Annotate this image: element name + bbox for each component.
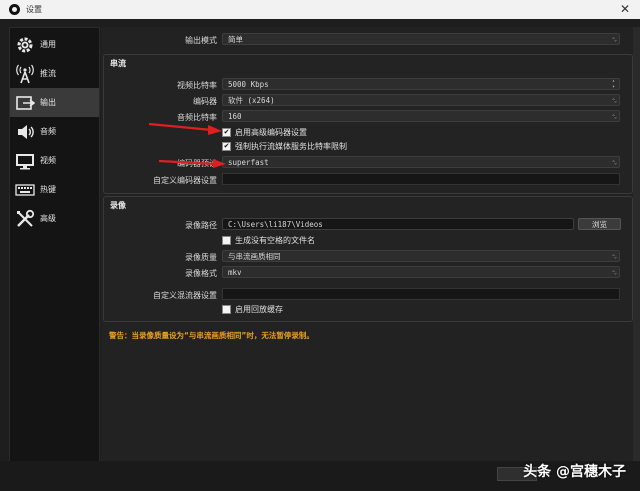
- no-space-filename-checkbox[interactable]: [222, 235, 231, 245]
- recording-quality-select[interactable]: 与串流画质相同: [222, 250, 620, 263]
- audio-bitrate-row: 音频比特率 160: [0, 110, 620, 124]
- output-mode-row: 输出模式 简单: [0, 33, 620, 47]
- pause-warning-text: 警告：当录像质量设为“与串流画质相同”时，无法暂停录制。: [109, 331, 314, 340]
- recording-quality-row: 录像质量 与串流画质相同: [0, 250, 620, 264]
- replay-buffer-checkbox-row[interactable]: 启用回放缓存: [222, 303, 283, 315]
- video-bitrate-label: 视频比特率: [177, 81, 217, 90]
- annotation-arrow-icon: [158, 159, 226, 168]
- output-mode-label: 输出模式: [185, 36, 217, 45]
- recording-path-input[interactable]: C:\Users\li187\Videos: [222, 218, 574, 230]
- custom-encoder-row: 自定义编码器设置: [0, 173, 620, 187]
- custom-encoder-input[interactable]: [222, 173, 620, 185]
- window-titlebar: 设置 ✕: [0, 0, 640, 19]
- replay-buffer-checkbox-label: 启用回放缓存: [235, 304, 283, 314]
- enforce-bitrate-checkbox[interactable]: ✔: [222, 141, 231, 151]
- streaming-group-title: 串流: [110, 59, 126, 68]
- video-bitrate-spinbox[interactable]: 5000 Kbps: [222, 78, 620, 90]
- recording-path-label: 录像路径: [185, 221, 217, 230]
- recording-path-row: 录像路径 C:\Users\li187\Videos: [0, 218, 574, 232]
- advanced-encoder-checkbox-label: 启用高级编码器设置: [235, 127, 307, 137]
- custom-muxer-label: 自定义混流器设置: [153, 291, 217, 300]
- sidebar-item-label: 音频: [40, 127, 56, 136]
- enforce-bitrate-checkbox-row[interactable]: ✔ 强制执行流媒体服务比特率限制: [222, 140, 347, 152]
- custom-muxer-input[interactable]: [222, 288, 620, 300]
- video-bitrate-row: 视频比特率 5000 Kbps: [0, 78, 620, 92]
- advanced-encoder-checkbox-row[interactable]: ✔ 启用高级编码器设置: [222, 126, 307, 138]
- recording-format-select[interactable]: mkv: [222, 266, 620, 279]
- recording-quality-label: 录像质量: [185, 253, 217, 262]
- encoder-select[interactable]: 软件 (x264): [222, 94, 620, 107]
- recording-format-label: 录像格式: [185, 269, 217, 278]
- browse-button[interactable]: 浏览: [578, 218, 621, 230]
- settings-sidebar: 通用 推流 输出 音频 视频 热键 高级: [9, 27, 100, 463]
- enforce-bitrate-checkbox-label: 强制执行流媒体服务比特率限制: [235, 141, 347, 151]
- no-space-filename-checkbox-row[interactable]: 生成没有空格的文件名: [222, 234, 315, 246]
- custom-muxer-row: 自定义混流器设置: [0, 288, 620, 302]
- encoder-preset-row: 编码器预设 superfast: [0, 156, 620, 170]
- recording-format-row: 录像格式 mkv: [0, 266, 620, 280]
- background-window-strip: [633, 27, 640, 461]
- recording-group-title: 录像: [110, 201, 126, 210]
- replay-buffer-checkbox[interactable]: [222, 304, 231, 314]
- encoder-preset-select[interactable]: superfast: [222, 156, 620, 169]
- window-title: 设置: [26, 5, 42, 14]
- output-mode-select[interactable]: 简单: [222, 33, 620, 46]
- obs-logo-icon: [9, 4, 20, 15]
- encoder-row: 编码器 软件 (x264): [0, 94, 620, 108]
- watermark-text: 头条 @宫穗木子: [523, 464, 626, 480]
- no-space-filename-checkbox-label: 生成没有空格的文件名: [235, 235, 315, 245]
- close-icon[interactable]: ✕: [620, 2, 630, 16]
- audio-bitrate-select[interactable]: 160: [222, 110, 620, 123]
- custom-encoder-label: 自定义编码器设置: [153, 176, 217, 185]
- encoder-label: 编码器: [193, 97, 217, 106]
- annotation-arrow-icon: [148, 122, 222, 135]
